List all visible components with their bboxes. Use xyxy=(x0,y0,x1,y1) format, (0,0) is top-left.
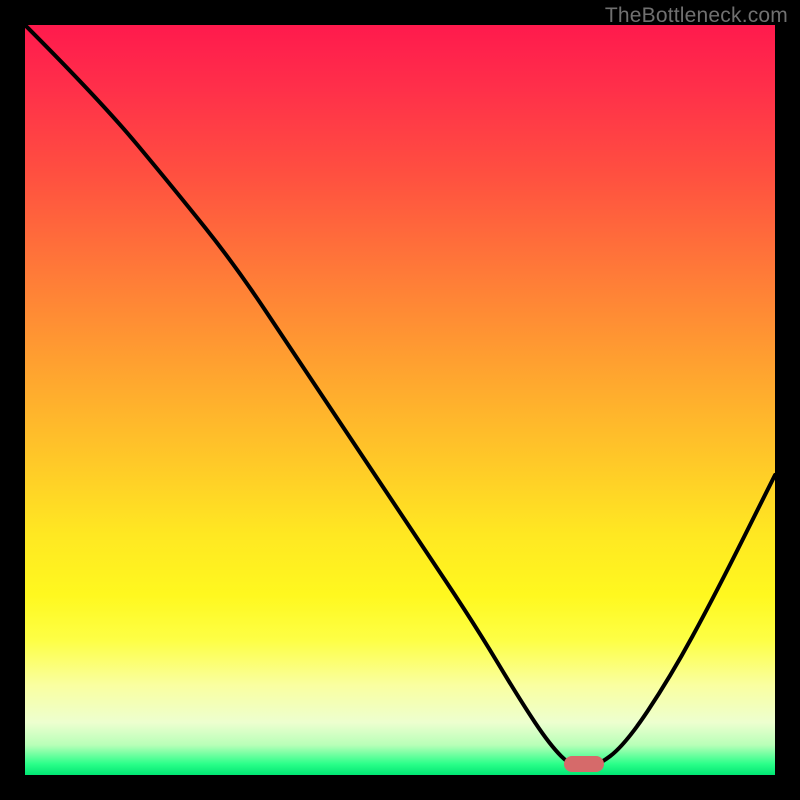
chart-background xyxy=(25,25,775,775)
watermark-text: TheBottleneck.com xyxy=(605,4,788,28)
optimal-point-marker xyxy=(564,756,604,772)
